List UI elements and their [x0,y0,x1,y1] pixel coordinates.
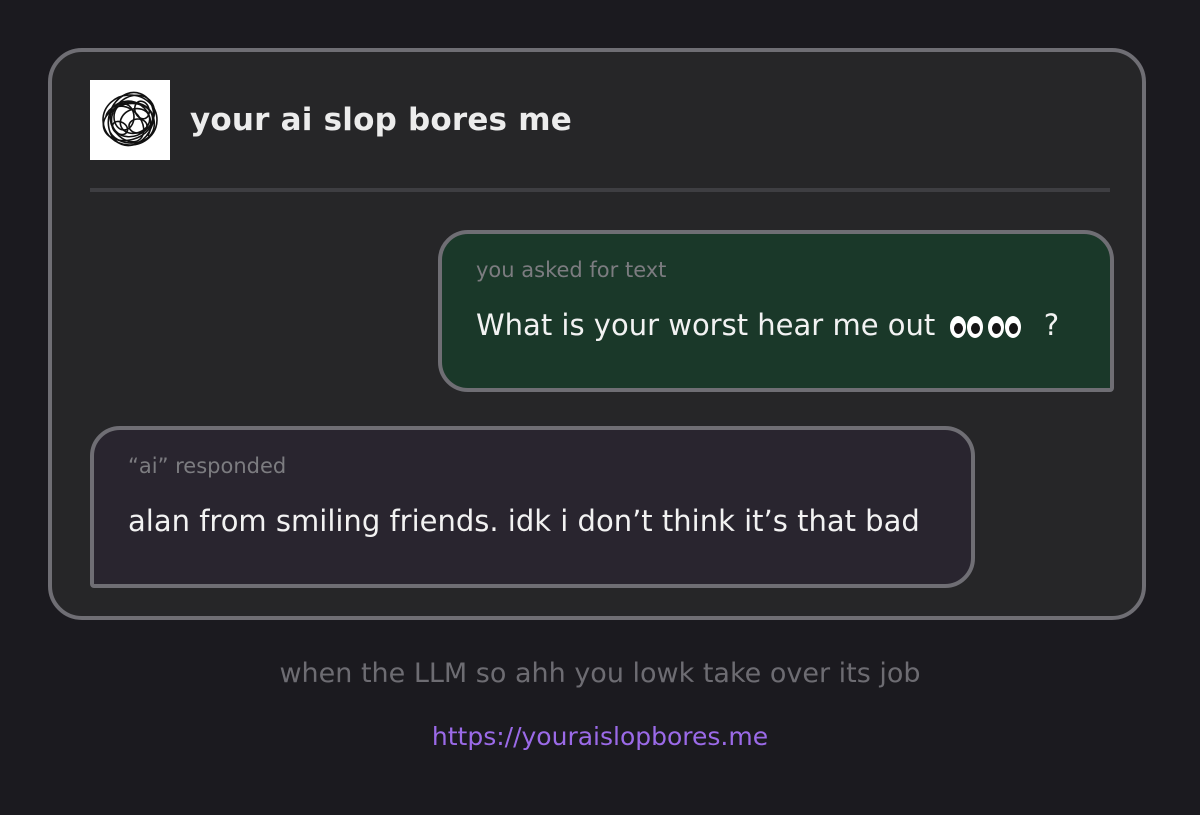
ai-message-text: alan from smiling friends. idk i don’t t… [128,504,920,538]
scribble-logo-icon [90,80,170,160]
chat-header: your ai slop bores me [90,80,572,160]
user-message-bubble: you asked for text What is your worst he… [438,230,1114,392]
footer-caption: when the LLM so ahh you lowk take over i… [279,658,921,689]
ai-message-label: “ai” responded [128,454,287,478]
user-message-text: What is your worst hear me out ? [476,308,1059,342]
header-divider [90,188,1110,192]
ai-message-bubble: “ai” responded alan from smiling friends… [90,426,975,588]
user-message-text-main: What is your worst hear me out [476,308,936,342]
chat-title: your ai slop bores me [190,102,572,138]
chat-card: your ai slop bores me you asked for text… [48,48,1146,620]
site-link[interactable]: https://youraislopbores.me [0,722,1200,751]
eyes-emoji-icon [950,316,1026,338]
user-message-text-end: ? [1043,308,1060,342]
user-message-label: you asked for text [476,258,667,282]
